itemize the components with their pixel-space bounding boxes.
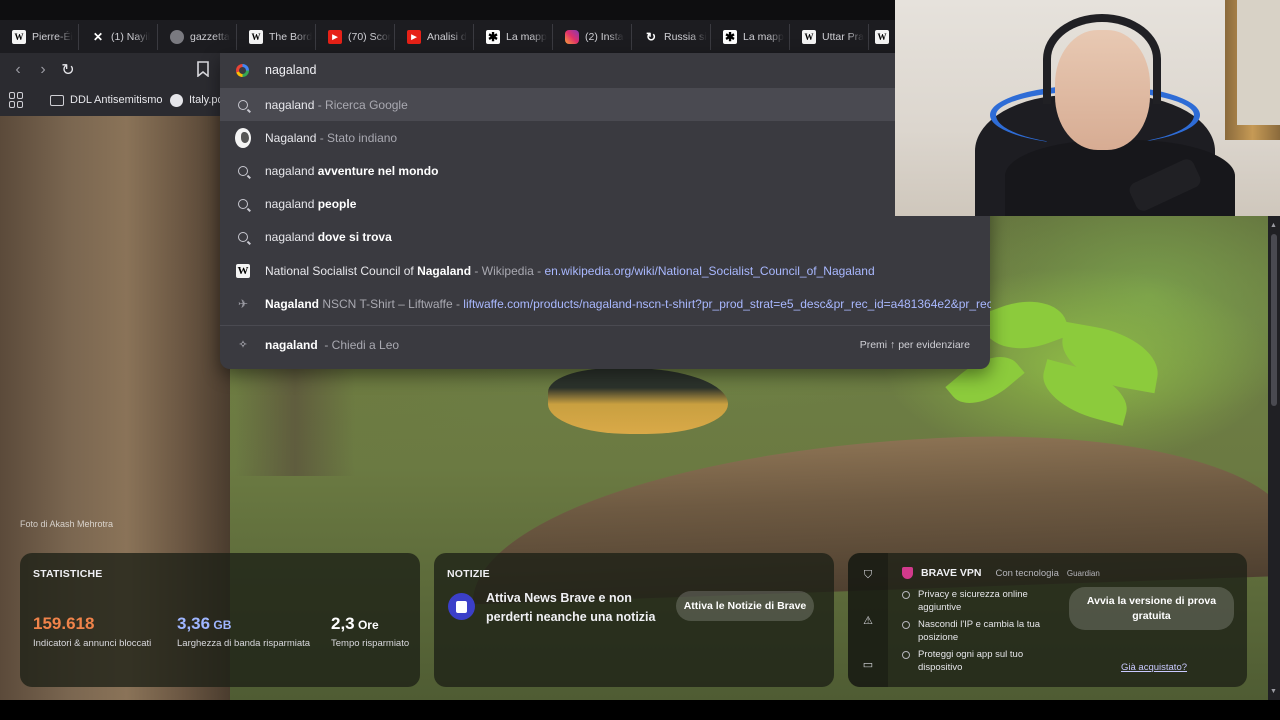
liftwaffe-icon: ✈ — [237, 296, 249, 311]
stat-bandwidth: 3,36 GB Larghezza di banda risparmiata — [177, 614, 311, 649]
stats-title: STATISTICHE — [33, 568, 103, 580]
forward-button[interactable]: › — [32, 59, 54, 81]
x-icon: ✕ — [92, 30, 104, 44]
news-widget: NOTIZIE Attiva News Brave e non perderti… — [434, 553, 834, 687]
tabs: W Pierre-Éi ✕ (1) Nayil gazzetta W The Bord… — [0, 24, 891, 50]
suggestion-item[interactable]: nagaland people — [220, 187, 990, 220]
tab[interactable]: ✱ La mapp — [711, 24, 790, 50]
scroll-up-arrow-icon[interactable]: ▲ — [1270, 222, 1277, 229]
photo-credit[interactable]: Foto di Akash Mehrotra — [20, 519, 113, 529]
omnibox-dropdown: nagaland nagaland - Ricerca Google Nagal… — [220, 53, 991, 369]
apps-grid-icon[interactable] — [9, 92, 25, 108]
tab[interactable]: ✱ La mapp — [474, 24, 553, 50]
bookmark-item[interactable]: Italy.pd — [170, 92, 224, 108]
check-icon — [902, 651, 910, 659]
vpn-feature: Nascondi l'IP e cambia la tua posizione — [902, 618, 1048, 644]
wikipedia-icon: W — [249, 30, 263, 44]
asterisk-icon: ✱ — [723, 30, 737, 44]
tab[interactable]: W Uttar Pra — [790, 24, 869, 50]
address-bar[interactable]: nagaland — [220, 53, 990, 87]
asterisk-icon: ✱ — [486, 30, 500, 44]
search-icon — [235, 229, 251, 245]
tab[interactable]: ✕ (1) Nayil — [79, 24, 158, 50]
vpn-feature: Proteggi ogni app sul tuo dispositivo — [902, 648, 1048, 674]
google-icon — [236, 64, 249, 77]
chevron-right-icon: › — [40, 61, 46, 78]
tab[interactable]: ▶ (70) Scor — [316, 24, 395, 50]
back-button[interactable]: ‹ — [7, 59, 29, 81]
wikipedia-icon: W — [12, 30, 26, 44]
picture-frame — [1225, 0, 1280, 140]
vpn-header: BRAVE VPN Con tecnologia Guardian — [902, 567, 1100, 579]
card-icon[interactable]: ▭ — [861, 657, 875, 671]
globe-icon — [170, 30, 184, 44]
suggestion-item[interactable]: nagaland avventure nel mondo — [220, 154, 990, 187]
bookmark-folder[interactable]: DDL Antisemitismo — [50, 92, 163, 108]
bookmark-icon[interactable] — [196, 61, 210, 77]
tab[interactable]: ↻ Russia si — [632, 24, 711, 50]
tab[interactable]: W The Bord — [237, 24, 316, 50]
map-icon — [235, 127, 251, 148]
vpn-shield-icon — [902, 567, 913, 579]
widget-sidebar: ⛉ ⚠ ▭ — [848, 553, 888, 687]
wikipedia-icon: W — [236, 263, 250, 278]
search-icon — [235, 163, 251, 179]
highlight-hint: Premi ↑ per evidenziare — [859, 338, 970, 351]
reload-icon: ↻ — [61, 62, 75, 79]
vpn-widget: ⛉ ⚠ ▭ BRAVE VPN Con tecnologia Guardian … — [848, 553, 1247, 687]
divider — [220, 325, 990, 326]
refresh-icon: ↻ — [645, 30, 657, 44]
headset — [1043, 14, 1161, 104]
address-input[interactable]: nagaland — [265, 63, 316, 77]
youtube-icon: ▶ — [328, 30, 342, 44]
ask-leo-item[interactable]: ✧ nagaland - Chiedi a Leo Premi ↑ per ev… — [220, 328, 990, 361]
stat-trackers: 159.618 Indicatori & annunci bloccati — [33, 614, 152, 649]
search-icon — [235, 196, 251, 212]
folder-icon — [50, 94, 64, 106]
start-trial-button[interactable]: Avvia la versione di prova gratuita — [1069, 587, 1234, 630]
tab[interactable]: ▶ Analisi d — [395, 24, 474, 50]
search-icon — [235, 97, 251, 113]
guardian-logo: Guardian — [1066, 568, 1100, 578]
warning-icon[interactable]: ⚠ — [861, 613, 875, 627]
leo-icon: ✧ — [238, 339, 248, 351]
news-icon — [448, 593, 475, 620]
instagram-icon — [565, 30, 579, 44]
webcam-overlay — [895, 0, 1280, 216]
tab[interactable]: (2) Insta — [553, 24, 632, 50]
youtube-icon: ▶ — [407, 30, 421, 44]
enable-news-button[interactable]: Attiva le Notizie di Brave — [676, 591, 814, 621]
scroll-down-arrow-icon[interactable]: ▼ — [1270, 688, 1277, 695]
suggestion-item[interactable]: ✈ Nagaland NSCN T-Shirt – Liftwaffe - li… — [220, 287, 991, 320]
stat-time: 2,3 Ore Tempo risparmiato — [331, 614, 410, 649]
already-purchased-link[interactable]: Già acquistato? — [1121, 662, 1187, 673]
suggestion-item[interactable]: nagaland dove si trova — [220, 220, 990, 253]
suggestion-item[interactable]: nagaland - Ricerca Google — [220, 88, 990, 121]
chevron-left-icon: ‹ — [15, 61, 21, 78]
suggestion-item[interactable]: W National Socialist Council of Nagaland… — [220, 254, 990, 287]
wikipedia-icon: W — [875, 30, 889, 44]
shield-icon[interactable]: ⛉ — [861, 568, 875, 582]
title-bar — [0, 0, 895, 20]
news-title: NOTIZIE — [447, 568, 490, 580]
bottom-bar — [0, 700, 1280, 720]
check-icon — [902, 621, 910, 629]
tab[interactable]: W Pierre-Éi — [0, 24, 79, 50]
stats-widget: STATISTICHE 159.618 Indicatori & annunci… — [20, 553, 420, 687]
wikipedia-icon: W — [802, 30, 816, 44]
check-icon — [902, 591, 910, 599]
tab[interactable]: W — [869, 24, 891, 50]
news-promo-text: Attiva News Brave e non perderti neanche… — [486, 591, 656, 624]
tab[interactable]: gazzetta — [158, 24, 237, 50]
suggestion-item[interactable]: Nagaland - Stato indiano — [220, 121, 990, 154]
scrollbar-thumb[interactable] — [1271, 234, 1277, 406]
reload-button[interactable]: ↻ — [57, 59, 79, 81]
vpn-feature: Privacy e sicurezza online aggiuntive — [902, 588, 1048, 614]
globe-icon — [170, 93, 183, 107]
